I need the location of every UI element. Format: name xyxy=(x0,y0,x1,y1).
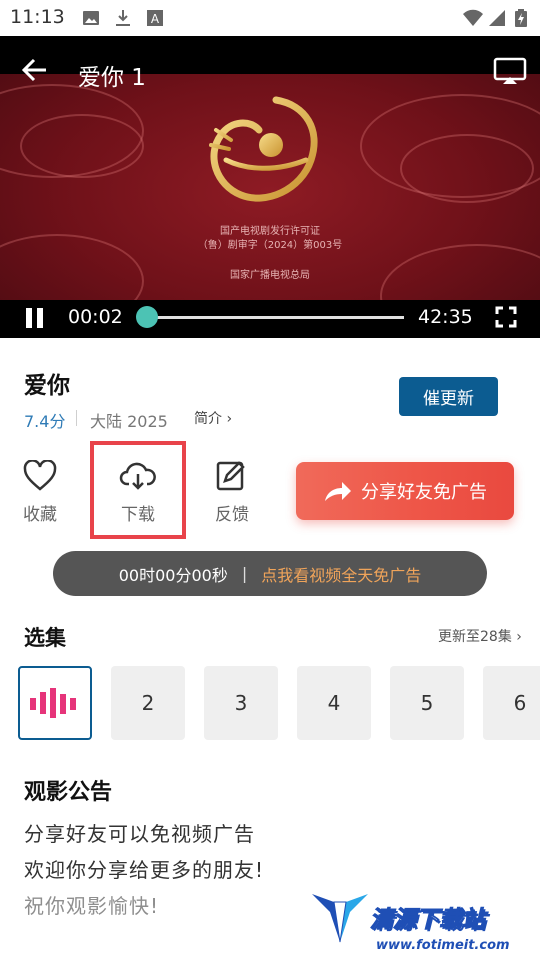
battery-icon xyxy=(515,9,527,27)
episodes-heading: 选集 xyxy=(24,626,66,650)
current-time: 00:02 xyxy=(68,306,123,328)
seek-bar[interactable] xyxy=(148,316,404,319)
now-playing-icon xyxy=(30,688,76,718)
fullscreen-icon[interactable] xyxy=(495,306,517,328)
timer-separator: | xyxy=(241,564,248,583)
timer-text: 00时00分00秒 xyxy=(118,565,228,585)
cast-icon[interactable] xyxy=(493,57,527,85)
video-frame: 国产电视剧发行许可证 （鲁）剧审字（2024）第003号 国家广播电视总局 xyxy=(0,74,540,338)
video-title: 爱你 1 xyxy=(78,65,146,91)
episode-1-playing[interactable] xyxy=(18,666,92,740)
download-highlight-box xyxy=(90,441,186,539)
region-year: 大陆 2025 xyxy=(90,412,168,431)
watch-video-promo[interactable]: 点我看视频全天免广告 xyxy=(261,562,421,586)
license-line-2: （鲁）剧审字（2024）第003号 xyxy=(197,240,343,251)
episode-4[interactable]: 4 xyxy=(297,666,371,740)
episode-2[interactable]: 2 xyxy=(111,666,185,740)
share-label: 分享好友免广告 xyxy=(361,482,487,503)
watermark-url: www.fotimeit.com xyxy=(376,938,510,953)
video-player[interactable]: 国产电视剧发行许可证 （鲁）剧审字（2024）第003号 国家广播电视总局 爱你… xyxy=(0,36,540,338)
license-line-1: 国产电视剧发行许可证 xyxy=(220,226,320,237)
episode-5[interactable]: 5 xyxy=(390,666,464,740)
feedback-label: 反馈 xyxy=(215,505,249,525)
back-arrow-icon[interactable] xyxy=(22,58,48,82)
image-icon xyxy=(83,11,99,25)
signal-icon xyxy=(489,10,505,26)
urge-update-button[interactable]: 催更新 xyxy=(399,377,498,416)
download-icon xyxy=(116,10,130,26)
license-line-3: 国家广播电视总局 xyxy=(230,270,310,281)
notice-line-2: 欢迎你分享给更多的朋友! xyxy=(24,858,265,882)
episodes-more-link[interactable]: 更新至28集 › xyxy=(438,626,522,646)
status-time: 11:13 xyxy=(10,6,65,28)
watermark-brand: 清源下载站 xyxy=(370,907,486,934)
divider xyxy=(76,410,77,426)
episode-3[interactable]: 3 xyxy=(204,666,278,740)
share-arrow-icon xyxy=(325,482,351,501)
favorite-button[interactable]: 收藏 xyxy=(10,459,70,525)
notice-line-1: 分享好友可以免视频广告 xyxy=(24,822,255,846)
watermark: 清源下载站 www.fotimeit.com xyxy=(306,888,540,960)
episode-6[interactable]: 6 xyxy=(483,666,540,740)
share-button[interactable]: 分享好友免广告 xyxy=(296,462,514,520)
rating: 7.4分 xyxy=(24,412,66,431)
pause-icon[interactable] xyxy=(24,306,46,330)
feedback-button[interactable]: 反馈 xyxy=(202,460,262,525)
duration: 42:35 xyxy=(418,306,473,328)
notice-heading: 观影公告 xyxy=(24,780,113,805)
heart-icon xyxy=(23,459,57,491)
ad-free-timer-bar[interactable]: 00时00分00秒 | 点我看视频全天免广告 xyxy=(53,551,487,596)
show-title: 爱你 xyxy=(24,373,70,399)
a-icon: A xyxy=(147,10,163,26)
wifi-icon xyxy=(463,9,483,26)
favorite-label: 收藏 xyxy=(23,505,57,525)
intro-link[interactable]: 简介 › xyxy=(194,408,232,428)
emblem-logo xyxy=(209,96,318,202)
seek-handle[interactable] xyxy=(136,306,158,328)
status-bar: 11:13 A xyxy=(0,0,540,36)
notice-line-3: 祝你观影愉快! xyxy=(24,894,160,918)
edit-icon xyxy=(216,461,245,491)
watermark-logo-icon xyxy=(312,894,368,943)
svg-text:A: A xyxy=(151,12,160,26)
